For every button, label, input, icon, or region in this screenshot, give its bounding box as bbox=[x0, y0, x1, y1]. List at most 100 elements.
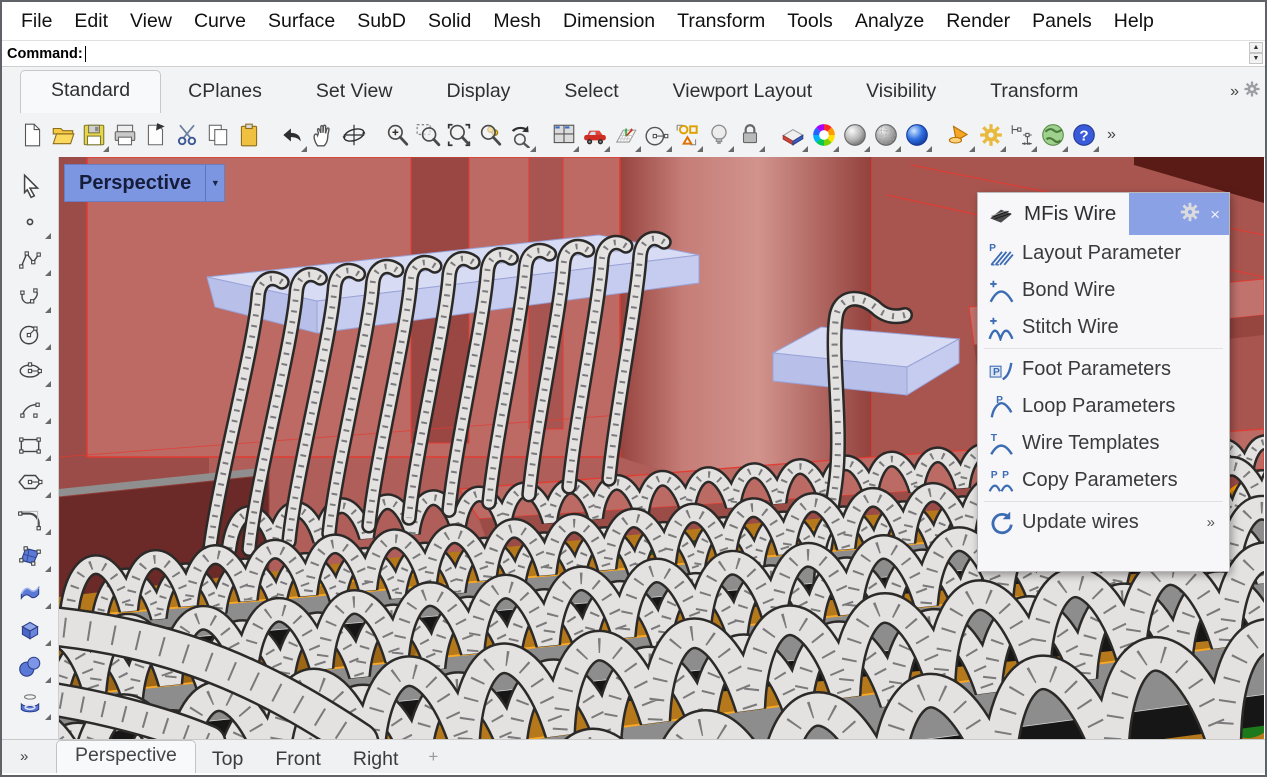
point-icon[interactable] bbox=[9, 204, 51, 241]
flyout-triangle-icon[interactable] bbox=[45, 455, 51, 461]
copy-icon[interactable] bbox=[202, 116, 233, 154]
menu-transform[interactable]: Transform bbox=[666, 10, 776, 33]
spotlight-icon[interactable] bbox=[944, 116, 975, 154]
circle-tool-icon[interactable] bbox=[641, 116, 672, 154]
menu-file[interactable]: File bbox=[10, 10, 63, 33]
viewport-title-dropdown-icon[interactable]: ▼ bbox=[205, 165, 224, 201]
box-icon[interactable] bbox=[9, 611, 51, 648]
spinner-up-icon[interactable]: ▲ bbox=[1249, 42, 1263, 53]
undo-view-icon[interactable] bbox=[505, 116, 536, 154]
revolve-icon[interactable] bbox=[9, 685, 51, 722]
toolbar-tab-visibility[interactable]: Visibility bbox=[839, 72, 963, 113]
gear-settings-icon[interactable] bbox=[975, 116, 1006, 154]
command-history-spinner[interactable]: ▲ ▼ bbox=[1249, 42, 1263, 64]
toolbar-tab-select[interactable]: Select bbox=[537, 72, 645, 113]
mfis-item-wire-templates[interactable]: TWire Templates bbox=[978, 425, 1229, 462]
flyout-triangle-icon[interactable] bbox=[759, 146, 765, 152]
ellipse-icon[interactable] bbox=[9, 352, 51, 389]
viewport-tab-front[interactable]: Front bbox=[259, 746, 337, 773]
menu-dimension[interactable]: Dimension bbox=[552, 10, 666, 33]
mfis-item-foot-parameters[interactable]: PFoot Parameters bbox=[978, 351, 1229, 388]
lock-icon[interactable] bbox=[734, 116, 765, 154]
spinner-down-icon[interactable]: ▼ bbox=[1249, 53, 1263, 64]
sidebar-overflow-chevron-icon[interactable]: » bbox=[20, 748, 56, 765]
flyout-triangle-icon[interactable] bbox=[45, 603, 51, 609]
menu-subd[interactable]: SubD bbox=[346, 10, 417, 33]
mfis-item-loop-parameters[interactable]: PLoop Parameters bbox=[978, 388, 1229, 425]
cplane-icon[interactable] bbox=[610, 116, 641, 154]
flyout-triangle-icon[interactable] bbox=[45, 381, 51, 387]
mfis-item-copy-parameters[interactable]: PPCopy Parameters bbox=[978, 462, 1229, 499]
control-point-curve-icon[interactable] bbox=[9, 241, 51, 278]
menu-solid[interactable]: Solid bbox=[417, 10, 482, 33]
viewport-layout-icon[interactable] bbox=[548, 116, 579, 154]
panel-gear-icon[interactable] bbox=[1179, 201, 1201, 228]
menu-view[interactable]: View bbox=[119, 10, 183, 33]
color-wheel-icon[interactable] bbox=[808, 116, 839, 154]
viewport-title[interactable]: Perspective bbox=[65, 165, 205, 201]
mfis-panel-header[interactable]: MFis Wire × bbox=[978, 193, 1229, 235]
zoom-selected-icon[interactable] bbox=[474, 116, 505, 154]
polygon-icon[interactable] bbox=[9, 463, 51, 500]
viewport-perspective[interactable]: Perspective ▼ MFis Wire × PLayout Parame… bbox=[59, 157, 1264, 739]
print-icon[interactable] bbox=[109, 116, 140, 154]
rendered-sphere-icon[interactable] bbox=[901, 116, 932, 154]
scissors-cut-icon[interactable] bbox=[171, 116, 202, 154]
menu-render[interactable]: Render bbox=[935, 10, 1021, 33]
flyout-triangle-icon[interactable] bbox=[45, 233, 51, 239]
zoom-dynamic-icon[interactable] bbox=[381, 116, 412, 154]
toolbar-tab-cplanes[interactable]: CPlanes bbox=[161, 72, 289, 113]
add-viewport-tab-button[interactable]: + bbox=[428, 747, 438, 767]
shaded-sphere-icon[interactable] bbox=[839, 116, 870, 154]
toolbar-tab-transform[interactable]: Transform bbox=[963, 72, 1105, 113]
flyout-triangle-icon[interactable] bbox=[45, 307, 51, 313]
flyout-triangle-icon[interactable] bbox=[45, 640, 51, 646]
command-bar[interactable]: Command: ▲ ▼ bbox=[2, 41, 1265, 67]
menu-help[interactable]: Help bbox=[1103, 10, 1165, 33]
flyout-triangle-icon[interactable] bbox=[45, 714, 51, 720]
rotate-view-icon[interactable] bbox=[338, 116, 369, 154]
circle-icon[interactable] bbox=[9, 315, 51, 352]
toolbar-tab-set-view[interactable]: Set View bbox=[289, 72, 420, 113]
surface-corner-icon[interactable] bbox=[9, 537, 51, 574]
flyout-triangle-icon[interactable] bbox=[1093, 146, 1099, 152]
pan-hand-icon[interactable] bbox=[307, 116, 338, 154]
mfis-item-update-wires[interactable]: Update wires» bbox=[978, 504, 1229, 541]
toolbar-overflow-chevron-icon[interactable]: » bbox=[1107, 126, 1116, 144]
flyout-triangle-icon[interactable] bbox=[45, 529, 51, 535]
mfis-item-stitch-wire[interactable]: Stitch Wire bbox=[978, 309, 1229, 346]
menu-analyze[interactable]: Analyze bbox=[844, 10, 935, 33]
menu-surface[interactable]: Surface bbox=[257, 10, 346, 33]
toolbar-tab-standard[interactable]: Standard bbox=[20, 70, 161, 113]
mfis-header-controls[interactable]: × bbox=[1129, 193, 1229, 235]
new-file-icon[interactable] bbox=[16, 116, 47, 154]
viewport-tab-top[interactable]: Top bbox=[196, 746, 259, 773]
menu-edit[interactable]: Edit bbox=[63, 10, 119, 33]
flyout-triangle-icon[interactable] bbox=[45, 418, 51, 424]
flyout-triangle-icon[interactable] bbox=[45, 677, 51, 683]
arc-icon[interactable] bbox=[9, 389, 51, 426]
sphere-icon[interactable] bbox=[9, 648, 51, 685]
mfis-item-layout-parameter[interactable]: PLayout Parameter bbox=[978, 235, 1229, 272]
viewport-title-chip[interactable]: Perspective ▼ bbox=[65, 165, 224, 201]
flyout-triangle-icon[interactable] bbox=[926, 146, 932, 152]
mfis-item-bond-wire[interactable]: Bond Wire bbox=[978, 272, 1229, 309]
flyout-triangle-icon[interactable] bbox=[45, 492, 51, 498]
named-view-car-icon[interactable] bbox=[579, 116, 610, 154]
save-file-icon[interactable] bbox=[78, 116, 109, 154]
zoom-extents-icon[interactable] bbox=[443, 116, 474, 154]
open-file-icon[interactable] bbox=[47, 116, 78, 154]
tab-gear-icon[interactable] bbox=[1243, 80, 1261, 103]
mfis-item-overflow-chevron-icon[interactable]: » bbox=[1207, 514, 1215, 531]
flyout-triangle-icon[interactable] bbox=[45, 566, 51, 572]
menu-tools[interactable]: Tools bbox=[776, 10, 844, 33]
flyout-triangle-icon[interactable] bbox=[45, 270, 51, 276]
viewport-tab-right[interactable]: Right bbox=[337, 746, 415, 773]
flyout-triangle-icon[interactable] bbox=[530, 146, 536, 152]
earth-globe-icon[interactable] bbox=[1037, 116, 1068, 154]
zoom-window-icon[interactable] bbox=[412, 116, 443, 154]
menu-panels[interactable]: Panels bbox=[1021, 10, 1103, 33]
curve-icon[interactable] bbox=[9, 278, 51, 315]
dimension-tool-icon[interactable] bbox=[1006, 116, 1037, 154]
viewport-tab-perspective[interactable]: Perspective bbox=[56, 740, 196, 773]
